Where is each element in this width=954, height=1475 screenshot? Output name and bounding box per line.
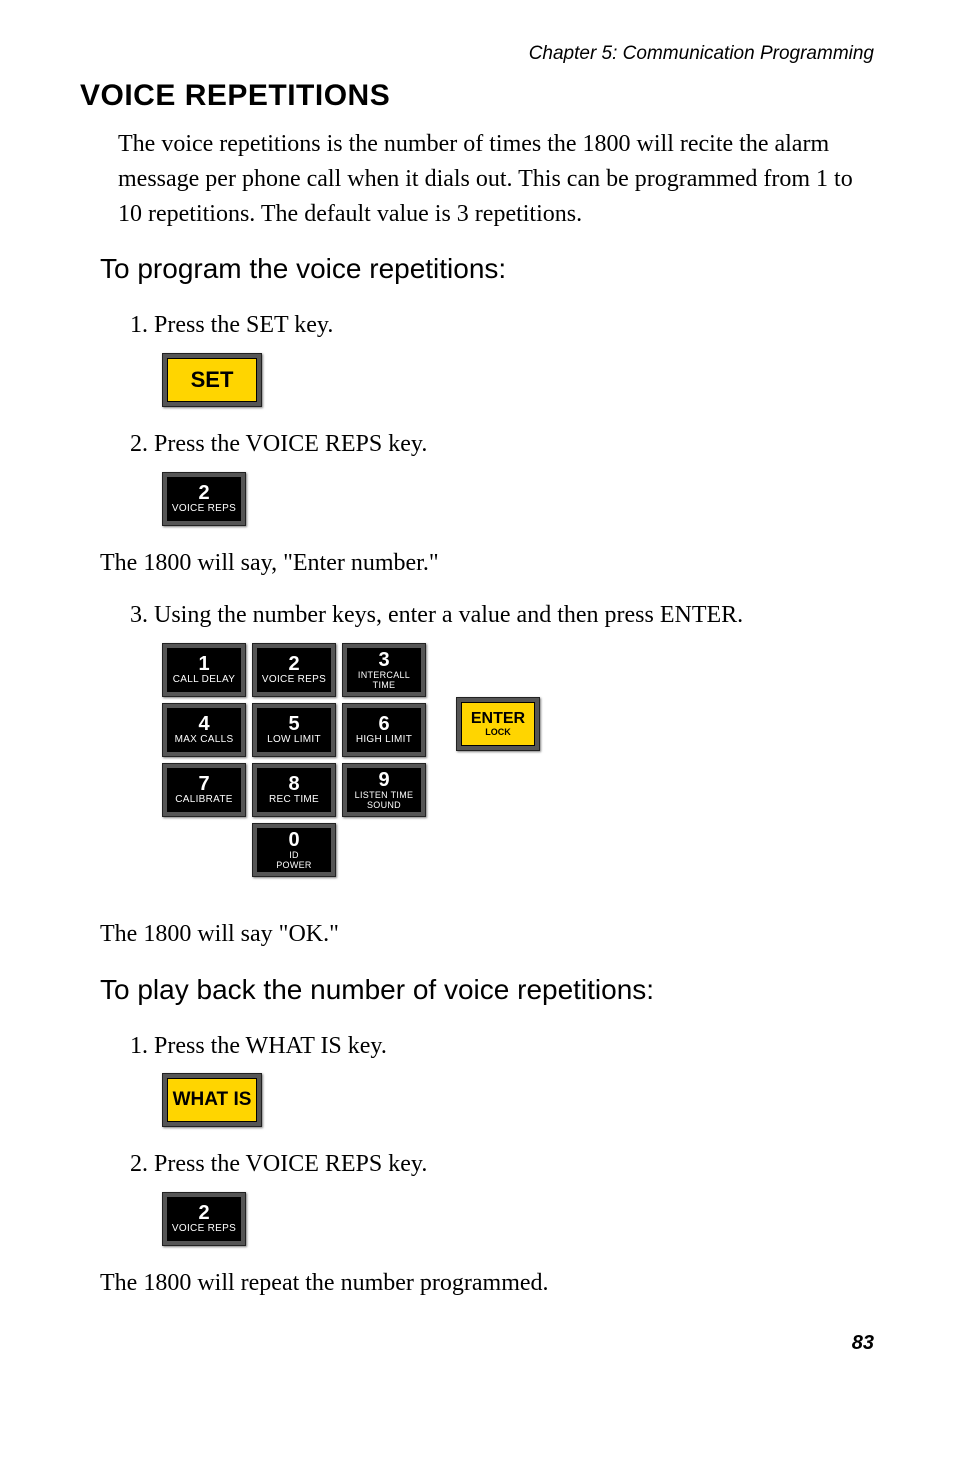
set-key-image: SET — [162, 353, 874, 407]
key-6: 6HIGH LIMIT — [342, 703, 426, 757]
key-label: LISTEN TIME SOUND — [355, 791, 414, 810]
voice-reps-key-face-2: 2 VOICE REPS — [167, 1197, 241, 1241]
key-number: 6 — [378, 714, 389, 735]
key-number: 2 — [288, 654, 299, 675]
key-label: REC TIME — [269, 795, 319, 806]
keypad-row-4: 0ID POWER — [162, 823, 426, 877]
key-number: 4 — [198, 714, 209, 735]
voice-reps-key-image-2: 2 VOICE REPS — [162, 1192, 874, 1246]
what-is-key-button: WHAT IS — [162, 1073, 262, 1127]
key-number: 3 — [378, 650, 389, 671]
key-number: 7 — [198, 774, 209, 795]
key-label: LOW LIMIT — [267, 735, 321, 746]
keypad-row-1: 1CALL DELAY 2VOICE REPS 3INTERCALL TIME — [162, 643, 426, 697]
enter-key-face: ENTER LOCK — [461, 702, 535, 746]
key-1: 1CALL DELAY — [162, 643, 246, 697]
voice-reps-key-button: 2 VOICE REPS — [162, 472, 246, 526]
voice-reps-key-button-2: 2 VOICE REPS — [162, 1192, 246, 1246]
numeric-keypad-image: 1CALL DELAY 2VOICE REPS 3INTERCALL TIME … — [162, 643, 874, 883]
key-number: 2 — [198, 483, 209, 504]
section-title: VOICE REPETITIONS — [80, 74, 874, 118]
page-number: 83 — [80, 1329, 874, 1358]
enter-key-button: ENTER LOCK — [456, 697, 540, 751]
key-label: VOICE REPS — [262, 675, 326, 686]
subheading-playback: To play back the number of voice repetit… — [100, 970, 874, 1011]
key-5: 5LOW LIMIT — [252, 703, 336, 757]
response-ok: The 1800 will say "OK." — [100, 917, 874, 952]
enter-main-label: ENTER — [471, 711, 525, 728]
key-8: 8REC TIME — [252, 763, 336, 817]
playback-response: The 1800 will repeat the number programm… — [100, 1266, 874, 1301]
key-number: 0 — [288, 830, 299, 851]
prompt-enter-number: The 1800 will say, "Enter number." — [100, 546, 874, 581]
key-7: 7CALIBRATE — [162, 763, 246, 817]
key-label: CALIBRATE — [175, 795, 233, 806]
key-number: 9 — [378, 770, 389, 791]
what-is-key-face: WHAT IS — [167, 1078, 257, 1122]
step-1: 1. Press the SET key. — [130, 308, 874, 343]
key-label: INTERCALL TIME — [348, 671, 420, 690]
step-3: 3. Using the number keys, enter a value … — [130, 598, 874, 633]
key-label: HIGH LIMIT — [356, 735, 412, 746]
key-number: 5 — [288, 714, 299, 735]
voice-reps-key-image-1: 2 VOICE REPS — [162, 472, 874, 526]
enter-key-wrap: ENTER LOCK — [456, 697, 540, 751]
keypad-row-3: 7CALIBRATE 8REC TIME 9LISTEN TIME SOUND — [162, 763, 426, 817]
key-label: CALL DELAY — [173, 675, 235, 686]
key-number: 2 — [198, 1203, 209, 1224]
key-3: 3INTERCALL TIME — [342, 643, 426, 697]
intro-paragraph: The voice repetitions is the number of t… — [118, 127, 874, 231]
key-label: VOICE REPS — [172, 504, 236, 515]
key-number: 8 — [288, 774, 299, 795]
playback-step-1: 1. Press the WHAT IS key. — [130, 1029, 874, 1064]
voice-reps-key-face: 2 VOICE REPS — [167, 477, 241, 521]
key-number: 1 — [198, 654, 209, 675]
key-label: ID POWER — [276, 851, 312, 870]
key-2: 2VOICE REPS — [252, 643, 336, 697]
set-key-face: SET — [167, 358, 257, 402]
enter-sub-label: LOCK — [485, 728, 511, 737]
what-is-key-image: WHAT IS — [162, 1073, 874, 1127]
keypad-row-2: 4MAX CALLS 5LOW LIMIT 6HIGH LIMIT — [162, 703, 426, 757]
playback-step-2: 2. Press the VOICE REPS key. — [130, 1147, 874, 1182]
key-0: 0ID POWER — [252, 823, 336, 877]
key-4: 4MAX CALLS — [162, 703, 246, 757]
key-label: VOICE REPS — [172, 1224, 236, 1235]
subheading-program: To program the voice repetitions: — [100, 249, 874, 290]
step-2: 2. Press the VOICE REPS key. — [130, 427, 874, 462]
key-label: MAX CALLS — [175, 735, 234, 746]
key-9: 9LISTEN TIME SOUND — [342, 763, 426, 817]
set-key-button: SET — [162, 353, 262, 407]
chapter-header: Chapter 5: Communication Programming — [80, 40, 874, 68]
keypad-grid: 1CALL DELAY 2VOICE REPS 3INTERCALL TIME … — [162, 643, 426, 883]
